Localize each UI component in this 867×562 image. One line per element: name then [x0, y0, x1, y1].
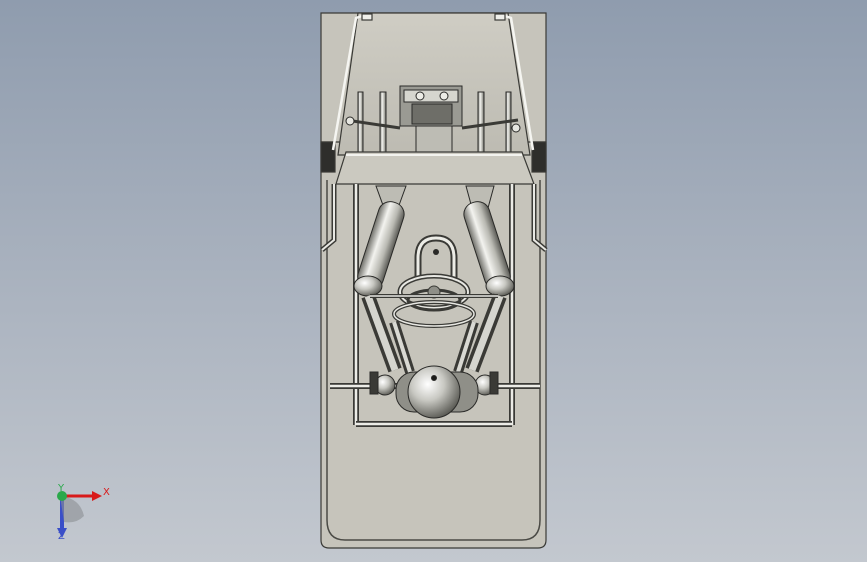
z-axis-label: Z: [58, 531, 65, 542]
y-axis-label: Y: [58, 483, 65, 494]
x-axis-label: X: [103, 487, 110, 498]
x-axis-arrowhead: [92, 491, 102, 501]
chassis-model[interactable]: [0, 0, 867, 562]
3d-viewport[interactable]: X Y Z: [0, 0, 867, 562]
orientation-triad: X Y Z: [40, 478, 120, 548]
firewall-panel: [335, 151, 535, 185]
